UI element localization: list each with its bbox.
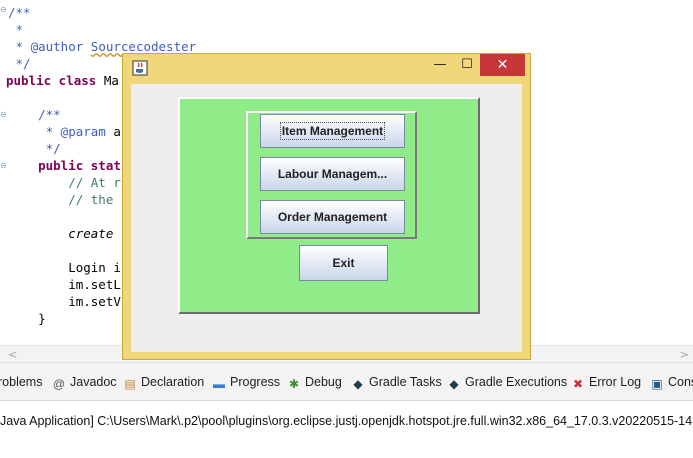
tab-console[interactable]: ▣ Cons [650,373,693,391]
tab-console-label: Cons [668,375,693,389]
labour-management-button[interactable]: Labour Managem... [260,157,405,191]
code-line: Login i [8,260,121,275]
labour-management-label: Labour Managem... [277,167,388,181]
item-management-label: Item Management [279,122,386,140]
progress-icon: ▬ [213,377,225,391]
code-line: * [8,22,24,37]
console-icon: ▣ [651,377,663,391]
close-button[interactable]: ✕ [480,54,525,76]
tab-declaration[interactable]: ▤ Declaration [123,373,204,391]
window-titlebar[interactable]: — ☐ ✕ [123,54,530,82]
author-name: Sourcecodester [90,39,197,54]
code-line: // At r [8,175,121,190]
gradle-tasks-icon: ◆ [353,377,363,391]
console-launch-path: Java Application] C:\Users\Mark\.p2\pool… [0,414,693,428]
order-management-button[interactable]: Order Management [260,200,405,234]
scroll-left-icon[interactable]: < [8,348,17,361]
code-line: im.setL [8,277,121,292]
code-line-static: public stat [8,158,121,173]
code-line: } [8,311,46,326]
code-line: create [8,226,114,241]
minimize-button[interactable]: — [429,54,451,76]
item-management-button[interactable]: Item Management [260,114,405,148]
class-keyword: public class [6,73,104,88]
tab-gradle-tasks[interactable]: ◆ Gradle Tasks [351,373,442,391]
app-window: — ☐ ✕ Item Management Labour Managem... … [122,53,531,360]
tab-gradle-executions[interactable]: ◆ Gradle Executions [447,373,567,391]
tab-progress[interactable]: ▬ Progress [212,373,280,391]
scroll-right-icon[interactable]: > [680,348,689,361]
window-content: Item Management Labour Managem... Order … [131,84,522,352]
tab-gradle-executions-label: Gradle Executions [465,375,568,389]
tab-debug[interactable]: ✱ Debug [287,373,342,391]
class-name: Ma [103,73,119,88]
tab-javadoc-label: Javadoc [70,375,117,389]
tab-gradle-tasks-label: Gradle Tasks [369,375,442,389]
gradle-executions-icon: ◆ [449,377,459,391]
exit-label: Exit [332,256,355,270]
exit-button[interactable]: Exit [299,245,388,281]
param-tail: a [113,124,121,139]
debug-icon: ✱ [288,377,300,391]
maximize-button[interactable]: ☐ [456,54,478,76]
code-line-param: * @param a [8,123,121,140]
order-management-label: Order Management [277,210,388,224]
code-line: /** [8,5,31,20]
code-line: // the [8,192,114,207]
code-line-class: public class Ma [6,72,119,89]
code-line: /** [8,107,61,122]
java-cup-icon [132,60,148,76]
main-menu-panel: Item Management Labour Managem... Order … [178,97,480,314]
tab-error-log[interactable]: ✖ Error Log [571,373,641,391]
code-line: */ [8,141,61,156]
views-tab-bar: roblems @ Javadoc ▤ Declaration ▬ Progress … [0,362,693,401]
tab-error-log-label: Error Log [589,375,642,389]
tab-declaration-label: Declaration [141,375,205,389]
code-line: im.setV [8,294,121,309]
tab-javadoc[interactable]: @ Javadoc [52,373,117,391]
author-tag: * @author [8,39,91,54]
tab-progress-label: Progress [230,375,281,389]
tab-problems-label: roblems [0,375,43,389]
tab-problems[interactable]: roblems [0,373,42,391]
javadoc-icon: @ [52,377,66,391]
tab-debug-label: Debug [305,375,342,389]
param-prefix: * @param [8,124,114,139]
code-line: */ [8,56,31,71]
management-button-group: Item Management Labour Managem... Order … [246,111,417,239]
error-log-icon: ✖ [572,377,584,391]
declaration-icon: ▤ [124,377,136,391]
